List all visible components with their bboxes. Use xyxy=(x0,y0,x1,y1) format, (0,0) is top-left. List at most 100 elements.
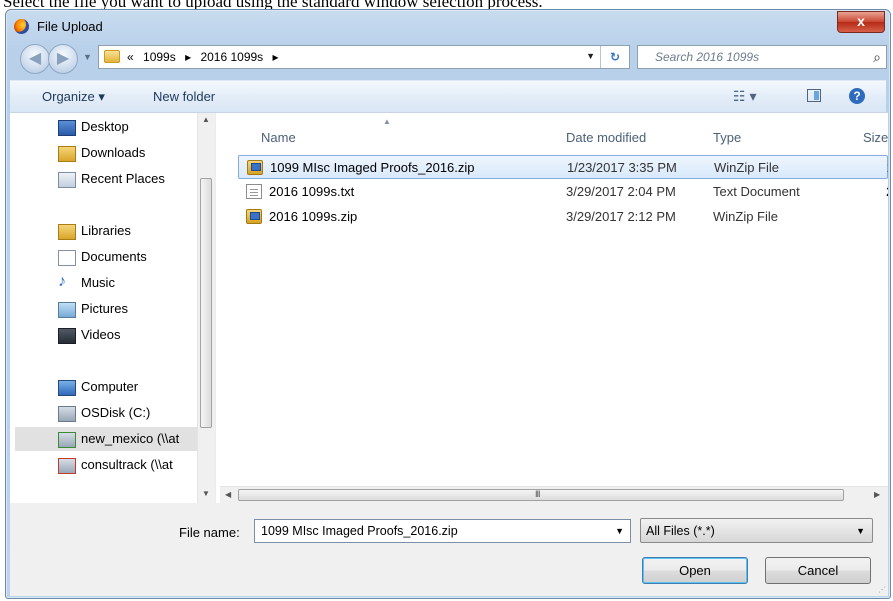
dialog-footer: File name: 1099 MIsc Imaged Proofs_2016.… xyxy=(10,503,888,596)
date-modified-cell: 3/29/2017 2:04 PM xyxy=(566,184,676,199)
grip-icon: III xyxy=(535,489,540,499)
file-size-cell: 2 xyxy=(887,160,888,175)
window-title: File Upload xyxy=(37,19,103,34)
file-type-select[interactable]: All Files (*.*) ▼ xyxy=(640,518,873,543)
firefox-icon xyxy=(14,19,29,34)
navigation-bar: ◀ ▶ ▼ « 1099s ▸ 2016 1099s ▸ ▼ ↻ Search … xyxy=(10,40,887,76)
sidebar-item-label: Music xyxy=(81,275,115,290)
table-row[interactable]: 1099 MIsc Imaged Proofs_2016.zip 1/23/201… xyxy=(238,155,888,179)
disk-icon xyxy=(58,406,76,422)
navigation-scrollbar[interactable]: ▲ ▼ xyxy=(197,113,215,503)
forward-button[interactable]: ▶ xyxy=(48,44,78,74)
search-input[interactable]: Search 2016 1099s ⌕ xyxy=(637,45,887,69)
file-type-cell: WinZip File xyxy=(714,160,780,175)
date-modified-cell: 3/29/2017 2:12 PM xyxy=(566,209,676,224)
breadcrumb-overflow[interactable]: « xyxy=(127,50,134,64)
file-name-cell: 2016 1099s.txt xyxy=(269,184,355,199)
zip-icon xyxy=(246,209,262,224)
downloads-icon xyxy=(58,146,76,162)
breadcrumb-separator-end[interactable]: ▸ xyxy=(273,50,279,64)
help-icon[interactable]: ? xyxy=(849,88,865,104)
column-header-name[interactable]: Name xyxy=(261,130,296,145)
disconnected-drive-icon xyxy=(58,458,76,474)
network-drive-icon xyxy=(58,432,76,448)
sidebar-item-documents[interactable]: Documents xyxy=(20,245,210,269)
recent-places-icon xyxy=(58,172,76,188)
horizontal-scrollbar[interactable]: ◀ III ▶ xyxy=(220,486,888,504)
scrollbar-thumb[interactable] xyxy=(200,178,212,428)
table-row[interactable]: 2016 1099s.zip 3/29/2017 2:12 PM WinZip Fi… xyxy=(238,205,888,229)
music-icon: ♪ xyxy=(58,273,66,290)
column-headers: ▲ Name Date modified Type Size xyxy=(220,113,888,153)
file-upload-dialog: File Upload x ◀ ▶ ▼ « 1099s ▸ 2016 1099s… xyxy=(5,9,891,599)
documents-icon xyxy=(58,250,76,266)
file-name-label: File name: xyxy=(179,525,240,540)
sidebar-item-label: Videos xyxy=(81,327,121,342)
change-view-button[interactable]: ☷ ▾ xyxy=(733,88,756,105)
column-header-size[interactable]: Size xyxy=(863,130,888,145)
sidebar-item-label: new_mexico (\\at xyxy=(81,431,180,446)
sidebar-item-pictures[interactable]: Pictures xyxy=(20,297,210,321)
sidebar-item-osdisk-c[interactable]: OSDisk (C:) xyxy=(20,401,210,425)
refresh-button[interactable]: ↻ xyxy=(600,46,629,68)
computer-icon xyxy=(58,380,76,396)
address-bar[interactable]: « 1099s ▸ 2016 1099s ▸ ▼ ↻ xyxy=(98,45,630,69)
sidebar-item-libraries[interactable]: Libraries xyxy=(20,219,210,243)
column-header-type[interactable]: Type xyxy=(713,130,741,145)
breadcrumb-separator[interactable]: ▸ xyxy=(185,50,191,64)
pane-divider[interactable] xyxy=(215,113,216,503)
resize-grip-icon[interactable]: ⋰ xyxy=(878,585,886,594)
breadcrumb-1099s[interactable]: 1099s xyxy=(143,50,176,64)
table-row[interactable]: 2016 1099s.txt 3/29/2017 2:04 PM Text Docu… xyxy=(238,180,888,204)
file-name-field[interactable]: 1099 MIsc Imaged Proofs_2016.zip ▼ xyxy=(254,519,631,543)
sidebar-item-new-mexico-at[interactable]: new_mexico (\\at xyxy=(15,427,209,451)
sidebar-item-label: consultrack (\\at xyxy=(81,457,173,472)
file-list: ▲ Name Date modified Type Size 1099 MIsc… xyxy=(220,113,888,503)
file-type-value: All Files (*.*) xyxy=(646,524,715,538)
sidebar-item-downloads[interactable]: Downloads xyxy=(20,141,210,165)
sidebar-item-label: Desktop xyxy=(81,119,129,134)
sidebar-item-computer[interactable]: Computer xyxy=(20,375,210,399)
back-button[interactable]: ◀ xyxy=(20,44,50,74)
forward-arrow-icon: ▶ xyxy=(56,50,70,67)
views-icon: ☷ ▾ xyxy=(733,88,757,104)
sidebar-item-consultrack-at[interactable]: consultrack (\\at xyxy=(20,453,210,477)
libraries-icon xyxy=(58,224,76,240)
search-placeholder: Search 2016 1099s xyxy=(655,50,760,64)
sidebar-item-label: Documents xyxy=(81,249,147,264)
scroll-right-icon[interactable]: ▶ xyxy=(874,490,880,499)
sidebar-item-label: Pictures xyxy=(81,301,128,316)
browser-content: Desktop Downloads Recent Places Libraries Do… xyxy=(10,112,888,504)
sidebar-item-videos[interactable]: Videos xyxy=(20,323,210,347)
scroll-down-icon[interactable]: ▼ xyxy=(202,489,210,498)
scroll-left-icon[interactable]: ◀ xyxy=(225,490,231,499)
sidebar-item-desktop[interactable]: Desktop xyxy=(20,115,210,139)
close-button[interactable]: x xyxy=(837,11,885,33)
breadcrumb-2016-1099s[interactable]: 2016 1099s xyxy=(200,50,263,64)
scroll-up-icon[interactable]: ▲ xyxy=(202,115,210,124)
cancel-button[interactable]: Cancel xyxy=(765,557,871,584)
date-modified-cell: 1/23/2017 3:35 PM xyxy=(567,160,677,175)
sidebar-item-recent-places[interactable]: Recent Places xyxy=(20,167,210,191)
file-size-cell: 2 xyxy=(886,184,888,199)
search-icon[interactable]: ⌕ xyxy=(873,49,881,66)
organize-button[interactable]: Organize ▾ xyxy=(42,89,105,105)
navigation-pane: Desktop Downloads Recent Places Libraries Do… xyxy=(10,113,215,503)
preview-pane-icon[interactable] xyxy=(807,89,821,102)
address-dropdown-icon[interactable]: ▼ xyxy=(586,51,595,61)
file-name-cell: 2016 1099s.zip xyxy=(269,209,358,224)
sidebar-item-label: Computer xyxy=(81,379,139,394)
column-header-date-modified[interactable]: Date modified xyxy=(566,130,646,145)
file-name-dropdown-icon[interactable]: ▼ xyxy=(615,526,624,536)
recent-locations-dropdown[interactable]: ▼ xyxy=(83,52,93,62)
sidebar-item-label: Libraries xyxy=(81,223,131,238)
folder-icon xyxy=(104,50,120,63)
videos-icon xyxy=(58,328,76,344)
sidebar-item-music[interactable]: ♪ Music xyxy=(20,271,210,295)
desktop-icon xyxy=(58,120,76,136)
horizontal-scrollbar-thumb[interactable]: III xyxy=(238,489,844,501)
new-folder-button[interactable]: New folder xyxy=(153,89,215,104)
file-name-value: 1099 MIsc Imaged Proofs_2016.zip xyxy=(261,524,458,538)
open-button[interactable]: Open xyxy=(642,557,748,584)
sort-ascending-icon: ▲ xyxy=(383,117,391,126)
